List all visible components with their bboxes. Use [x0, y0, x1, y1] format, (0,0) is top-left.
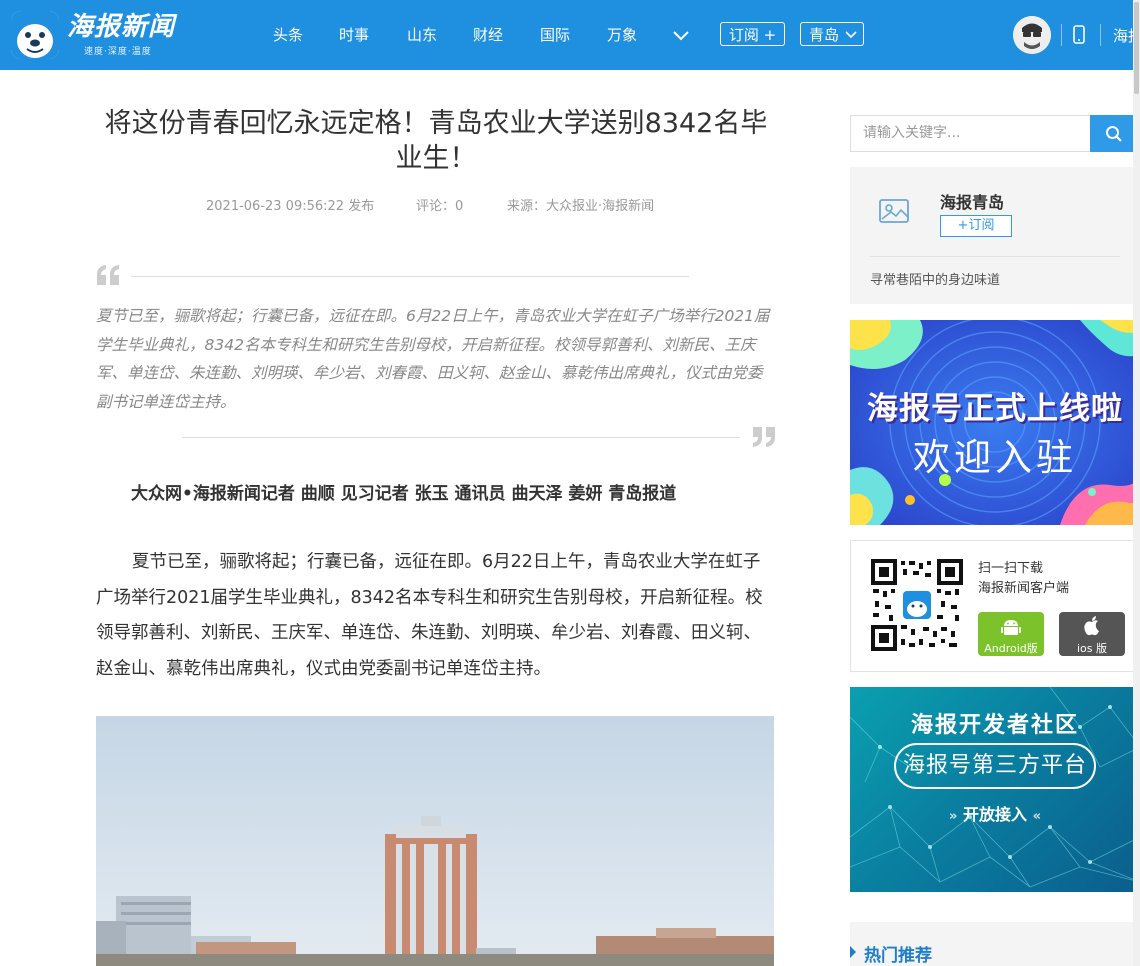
comment-count[interactable]: 评论：0 [416, 198, 463, 216]
nav-item-international[interactable]: 国际 [540, 25, 570, 45]
header-divider [1061, 24, 1062, 46]
city-select-label: 青岛 [809, 26, 840, 44]
developer-community-banner[interactable]: 海报开发者社区 海报号第三方平台 » 开放接入 « [850, 687, 1140, 892]
banner2-title: 海报开发者社区 [910, 713, 1079, 738]
close-quote-icon [752, 427, 776, 449]
double-chevron-right-icon: » [949, 809, 958, 824]
hot-recommendations-label[interactable]: 热门推荐 [864, 941, 932, 966]
account-description: 寻常巷陌中的身边味道 [870, 273, 1001, 288]
search-placeholder: 请输入关键字... [863, 125, 961, 141]
top-navigation-bar: 海报新闻 速度·深度·温度 头条 时事 山东 财经 国际 万象 订阅 + 青岛 … [0, 0, 1140, 70]
publish-time: 2021-06-23 09:56:22 发布 [206, 199, 375, 214]
subscribe-button[interactable]: 订阅 + [720, 22, 785, 46]
scrollbar-thumb[interactable] [1134, 2, 1139, 94]
qr-code-icon[interactable] [871, 559, 963, 651]
apple-icon [1084, 616, 1099, 636]
nav-item-shandong[interactable]: 山东 [407, 25, 437, 45]
site-logo-text[interactable]: 海报新闻 [67, 12, 175, 42]
android-label: Android版 [984, 642, 1038, 655]
seal-logo-icon[interactable] [11, 11, 59, 59]
hot-recommendations-header: 热门推荐 [850, 922, 1140, 966]
image-placeholder-icon [878, 197, 912, 227]
nav-item-finance[interactable]: 财经 [473, 25, 503, 45]
quote-divider [182, 437, 740, 438]
nav-item-current-affairs[interactable]: 时事 [339, 25, 369, 45]
article-photo[interactable] [96, 716, 774, 966]
mobile-phone-icon[interactable] [1073, 25, 1085, 44]
account-name[interactable]: 海报青岛 [940, 189, 1004, 213]
search-input[interactable]: 请输入关键字... [850, 115, 1090, 152]
app-download-card: 扫一扫下载 海报新闻客户端 Android版 ios 版 [850, 540, 1140, 672]
city-select[interactable]: 青岛 [800, 22, 864, 46]
banner2-pill: 海报号第三方平台 [894, 743, 1096, 789]
account-subscribe-button[interactable]: +订阅 [940, 215, 1012, 237]
banner-headline: 海报号正式上线啦 [867, 391, 1123, 427]
ios-label: ios 版 [1076, 642, 1107, 655]
user-avatar[interactable] [1013, 16, 1051, 54]
banner2-cta[interactable]: » 开放接入 « [850, 801, 1140, 825]
header-divider [1100, 24, 1101, 46]
ios-download-button[interactable]: ios 版 [1059, 612, 1125, 656]
android-icon [1001, 620, 1021, 635]
chevron-down-icon [845, 31, 857, 39]
article-byline: 大众网•海报新闻记者 曲顺 见习记者 张玉 通讯员 曲天泽 姜妍 青岛报道 [131, 484, 677, 504]
article-source: 来源：大众报业·海报新闻 [507, 199, 655, 214]
page-scrollbar[interactable] [1133, 0, 1140, 966]
article-summary: 夏节已至，骊歌将起；行囊已备，远征在即。6月22日上午，青岛农业大学在虹子广场举… [96, 307, 770, 411]
search-button[interactable] [1090, 115, 1138, 152]
triangle-right-icon [850, 946, 856, 958]
android-download-button[interactable]: Android版 [978, 612, 1044, 656]
haibao-account-banner[interactable]: 海报号正式上线啦 欢迎入驻 [850, 320, 1140, 525]
search-icon [1106, 126, 1122, 142]
open-quote-icon [96, 263, 122, 287]
double-chevron-left-icon: « [1032, 809, 1041, 824]
nav-item-headlines[interactable]: 头条 [273, 25, 303, 45]
article-title: 将这份青春回忆永远定格！青岛农业大学送别8342名毕业生！ [104, 108, 768, 174]
account-card: 海报青岛 +订阅 寻常巷陌中的身边味道 [850, 167, 1140, 304]
site-tagline: 速度·深度·温度 [84, 47, 152, 57]
article-paragraph: 夏节已至，骊歌将起；行囊已备，远征在即。6月22日上午，青岛农业大学在虹子广场举… [96, 552, 763, 679]
banner2-cta-label: 开放接入 [962, 805, 1027, 824]
download-line-2: 海报新闻客户端 [978, 581, 1070, 596]
download-line-1: 扫一扫下载 [978, 561, 1044, 576]
card-divider [870, 256, 1120, 257]
quote-divider [131, 276, 689, 277]
banner-subheadline: 欢迎入驻 [913, 436, 1077, 479]
nav-item-variety[interactable]: 万象 [607, 25, 637, 45]
chevron-down-icon[interactable] [670, 24, 692, 46]
